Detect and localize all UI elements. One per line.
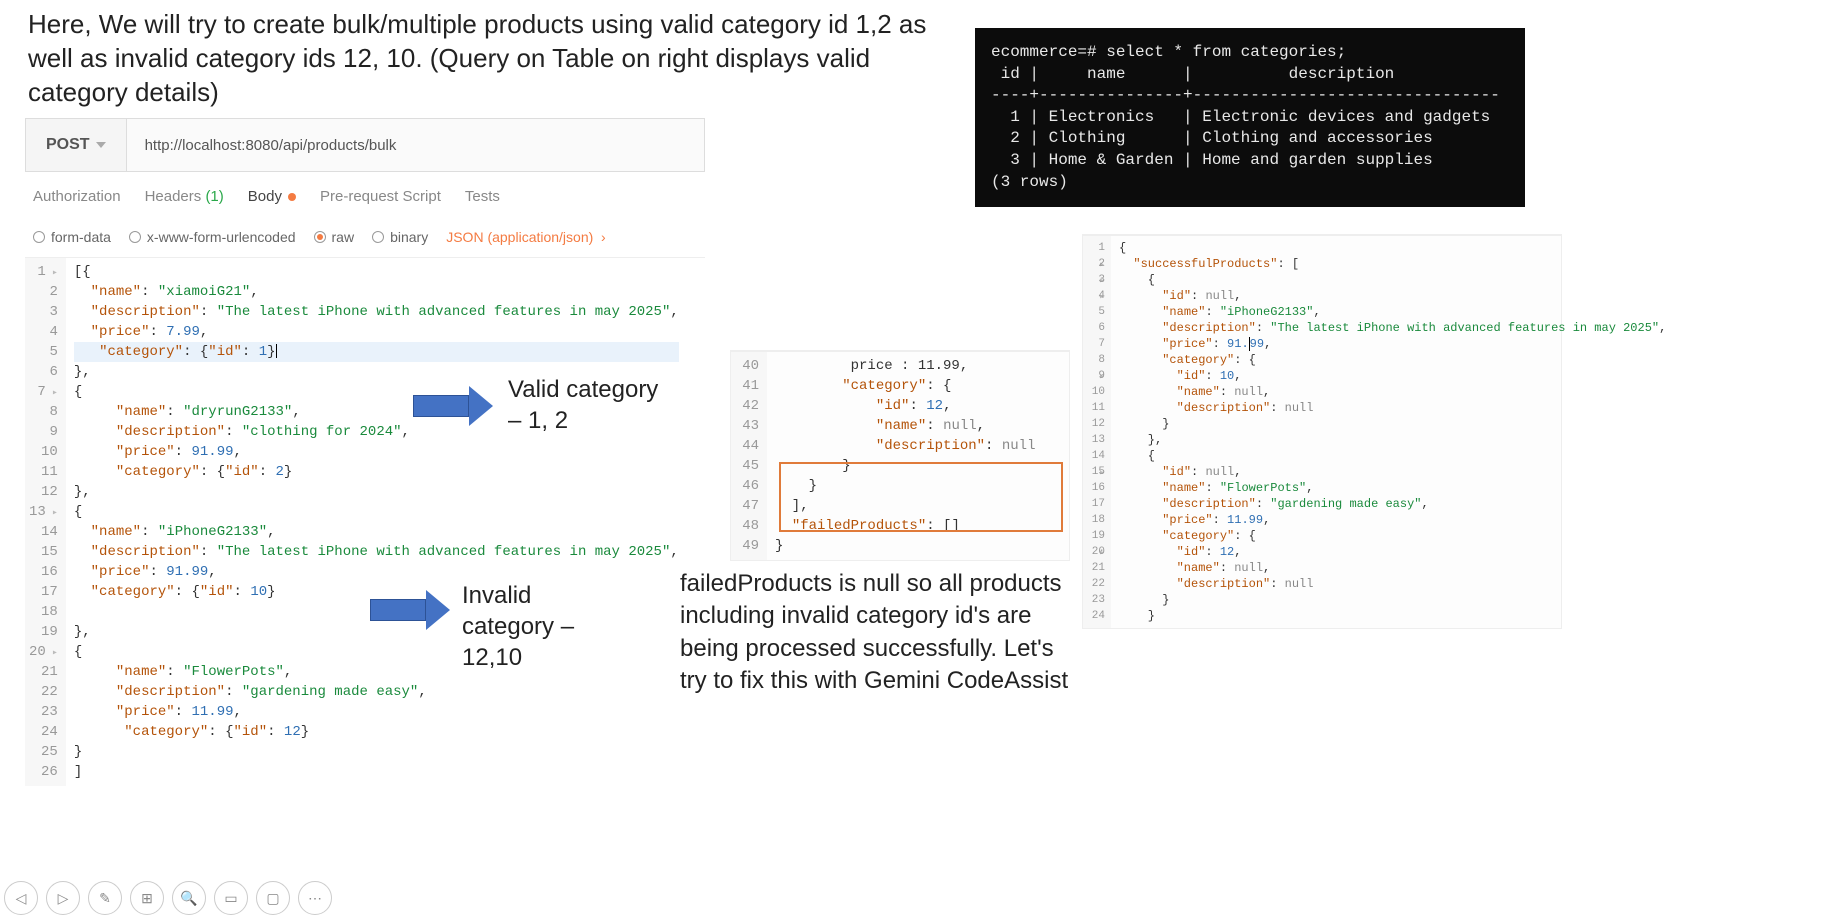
url-input[interactable]: http://localhost:8080/api/products/bulk: [127, 119, 704, 171]
grid-icon[interactable]: ⊞: [130, 881, 164, 915]
pen-icon[interactable]: ✎: [88, 881, 122, 915]
next-button[interactable]: ▷: [46, 881, 80, 915]
db-terminal: ecommerce=# select * from categories; id…: [975, 28, 1525, 207]
request-body-editor[interactable]: 1234567891011121314151617181920212223242…: [25, 257, 705, 786]
annot-valid: Valid category – 1, 2: [508, 374, 668, 436]
tab-body[interactable]: Body: [248, 188, 296, 211]
annot-invalid: Invalid category – 12,10: [462, 580, 622, 674]
zoom-icon[interactable]: 🔍: [172, 881, 206, 915]
explanation-mid: failedProducts is null so all products i…: [680, 568, 1070, 698]
slide-toolbar: ◁ ▷ ✎ ⊞ 🔍 ▭ ▢ ⋯: [0, 881, 332, 915]
prev-button[interactable]: ◁: [4, 881, 38, 915]
tab-tests[interactable]: Tests: [465, 188, 500, 211]
tab-headers[interactable]: Headers (1): [145, 188, 224, 211]
response-snippet-full: 123456789101112131415161718192021222324{…: [1082, 234, 1562, 629]
tab-authorization[interactable]: Authorization: [33, 188, 121, 211]
arrow-valid: [413, 386, 493, 426]
radio-binary[interactable]: binary: [372, 229, 428, 245]
response-snippet-failed: 40414243444546474849 price : 11.99, "cat…: [730, 350, 1070, 561]
more-icon[interactable]: ⋯: [298, 881, 332, 915]
postman-panel: POST http://localhost:8080/api/products/…: [25, 118, 705, 786]
content-type-dropdown[interactable]: JSON (application/json) ›: [446, 229, 606, 245]
arrow-invalid: [370, 590, 450, 630]
radio-formdata[interactable]: form-data: [33, 229, 111, 245]
http-method-dropdown[interactable]: POST: [26, 119, 127, 171]
body-type-options: form-data x-www-form-urlencoded raw bina…: [25, 221, 705, 257]
radio-raw[interactable]: raw: [314, 229, 355, 245]
camera-icon[interactable]: ▢: [256, 881, 290, 915]
radio-urlencoded[interactable]: x-www-form-urlencoded: [129, 229, 296, 245]
chevron-down-icon: [96, 142, 106, 148]
http-method-label: POST: [46, 136, 90, 154]
explanation-top: Here, We will try to create bulk/multipl…: [28, 8, 948, 109]
unsaved-dot-icon: [288, 193, 296, 201]
tab-prerequest[interactable]: Pre-request Script: [320, 188, 441, 211]
request-bar: POST http://localhost:8080/api/products/…: [25, 118, 705, 172]
request-tabs: Authorization Headers (1) Body Pre-reque…: [25, 172, 705, 221]
subtitle-icon[interactable]: ▭: [214, 881, 248, 915]
